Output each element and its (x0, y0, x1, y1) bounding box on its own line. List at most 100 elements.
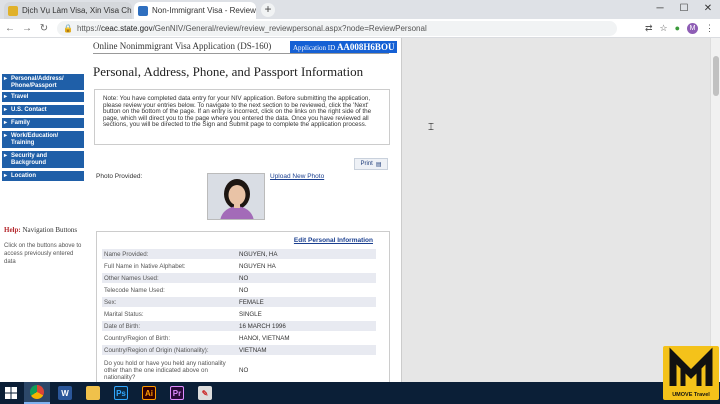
photoshop-icon: Ps (114, 386, 128, 400)
taskbar-photoshop[interactable]: Ps (108, 382, 134, 404)
back-icon[interactable]: ← (3, 23, 17, 34)
sidebar-item-location[interactable]: Location (2, 171, 84, 182)
reload-icon[interactable]: ↻ (37, 23, 51, 34)
sidebar-item-work[interactable]: Work/Education/ Training (2, 131, 84, 149)
row-value: NO (239, 366, 249, 374)
site-favicon-icon (8, 5, 18, 16)
sidebar-item-family[interactable]: Family (2, 118, 84, 129)
url-field[interactable]: 🔒 https://ceac.state.gov/GenNIV/General/… (57, 20, 617, 36)
row-value: NO (239, 274, 249, 282)
illustrator-icon: Ai (142, 386, 156, 400)
photo-label: Photo Provided: (96, 173, 143, 180)
chrome-icon (30, 385, 44, 399)
sidebar-item-us-contact[interactable]: U.S. Contact (2, 105, 84, 116)
premiere-icon: Pr (170, 386, 184, 400)
row-value: NO (239, 286, 249, 294)
forward-icon[interactable]: → (20, 23, 34, 34)
print-button[interactable]: Print ▤ (354, 158, 388, 170)
browser-extensions: ⇄ ☆ ● M ⋮ (645, 22, 714, 34)
site-favicon-icon (138, 5, 148, 16)
help-box: Help: Navigation Buttons Click on the bu… (4, 226, 84, 266)
vertical-scrollbar[interactable] (710, 38, 720, 382)
folder-icon (86, 386, 100, 400)
sidebar-item-security[interactable]: Security and Background (2, 151, 84, 169)
profile-avatar[interactable]: M (687, 22, 698, 34)
browser-tab-bar: Dịch Vụ Làm Visa, Xin Visa Chuy... ✕ Non… (0, 0, 720, 19)
table-row: Country/Region of Birth: HANOI, VIETNAM (102, 333, 376, 343)
minimize-icon[interactable]: ─ (648, 0, 672, 18)
taskbar-word[interactable]: W (52, 382, 78, 404)
start-button[interactable] (0, 382, 22, 404)
taskbar-app[interactable]: ✎ (192, 382, 218, 404)
help-prefix: Help: (4, 226, 21, 234)
address-bar: ← → ↻ 🔒 https://ceac.state.gov/GenNIV/Ge… (0, 19, 720, 38)
print-label: Print (360, 161, 373, 167)
table-row: Other Names Used: NO (102, 273, 376, 283)
window-controls: ─ ☐ ✕ (648, 0, 720, 18)
personal-details-panel: Edit Personal Information Name Provided:… (96, 231, 390, 382)
help-heading: Help: Navigation Buttons (4, 226, 84, 234)
row-value: FEMALE (239, 298, 264, 306)
url-path: /GenNIV/General/review/review_reviewpers… (152, 23, 427, 33)
table-row: Sex: FEMALE (102, 297, 376, 307)
applicant-photo (207, 173, 265, 220)
table-row: Telecode Name Used: NO (102, 285, 376, 295)
menu-icon[interactable]: ⋮ (705, 23, 714, 34)
translate-icon[interactable]: ⇄ (645, 23, 653, 34)
browser-tab-review[interactable]: Non-Immigrant Visa - Review Pe ✕ (134, 2, 256, 19)
table-row: Full Name in Native Alphabet: NGUYEN HA (102, 261, 376, 271)
row-value: SINGLE (239, 310, 262, 318)
row-key: Country/Region of Birth: (104, 334, 171, 342)
application-id-badge: Application ID AA008H6BOU (290, 41, 398, 53)
browser-tab-visa-service[interactable]: Dịch Vụ Làm Visa, Xin Visa Chuy... ✕ (4, 2, 132, 19)
review-note: Note: You have completed data entry for … (94, 89, 390, 145)
print-icon: ▤ (375, 161, 382, 168)
logo-text: UMOVE Travel (672, 392, 710, 398)
table-row: Marital Status: SINGLE (102, 309, 376, 319)
new-tab-button[interactable]: + (261, 3, 275, 17)
umove-logo: UMOVE Travel (663, 346, 719, 400)
table-row: Name Provided: NGUYEN, HA (102, 249, 376, 259)
lock-icon: 🔒 (63, 23, 73, 33)
table-row: Do you hold or have you held any nationa… (102, 358, 376, 382)
form-title: Online Nonimmigrant Visa Application (DS… (93, 41, 272, 51)
table-row: Country/Region of Origin (Nationality): V… (102, 345, 376, 355)
edit-personal-info-link[interactable]: Edit Personal Information (294, 237, 373, 244)
paint-icon: ✎ (198, 386, 212, 400)
taskbar-premiere[interactable]: Pr (164, 382, 190, 404)
sidebar-item-travel[interactable]: Travel (2, 92, 84, 103)
row-value: NGUYEN, HA (239, 250, 278, 258)
row-key: Full Name in Native Alphabet: (104, 262, 186, 270)
taskbar-illustrator[interactable]: Ai (136, 382, 162, 404)
row-value: NGUYEN HA (239, 262, 276, 270)
tab-label: Non-Immigrant Visa - Review Pe (152, 6, 256, 15)
upload-new-photo-link[interactable]: Upload New Photo (270, 173, 324, 180)
row-value: 16 MARCH 1996 (239, 322, 286, 330)
row-key: Date of Birth: (104, 322, 141, 330)
row-value: VIETNAM (239, 346, 267, 354)
url-host: ceac.state.gov (100, 23, 153, 33)
help-text: Click on the buttons above to access pre… (4, 243, 82, 265)
taskbar-explorer[interactable] (80, 382, 106, 404)
sidebar: Personal/Address/ Phone/Passport Travel … (0, 38, 86, 382)
extension-icon[interactable]: ● (675, 23, 680, 33)
page-title: Personal, Address, Phone, and Passport I… (93, 64, 364, 79)
app-id-label: Application ID (293, 44, 336, 52)
page-content: Personal/Address/ Phone/Passport Travel … (0, 38, 402, 382)
tab-label: Dịch Vụ Làm Visa, Xin Visa Chuy... (22, 6, 132, 15)
scrollbar-thumb[interactable] (713, 56, 719, 96)
url-prefix: https:// (76, 23, 101, 33)
row-key: Other Names Used: (104, 274, 159, 282)
word-icon: W (58, 386, 72, 400)
row-key: Telecode Name Used: (104, 286, 165, 294)
close-window-icon[interactable]: ✕ (696, 0, 720, 18)
taskbar-chrome[interactable] (24, 382, 50, 404)
star-icon[interactable]: ☆ (659, 23, 667, 34)
mouse-cursor-icon: ⌶ (428, 122, 434, 133)
row-key: Marital Status: (104, 310, 144, 318)
maximize-icon[interactable]: ☐ (672, 0, 696, 18)
row-key: Country/Region of Origin (Nationality): (104, 346, 209, 354)
row-value: HANOI, VIETNAM (239, 334, 290, 342)
sidebar-item-personal[interactable]: Personal/Address/ Phone/Passport (2, 74, 84, 91)
header-divider (93, 53, 389, 54)
